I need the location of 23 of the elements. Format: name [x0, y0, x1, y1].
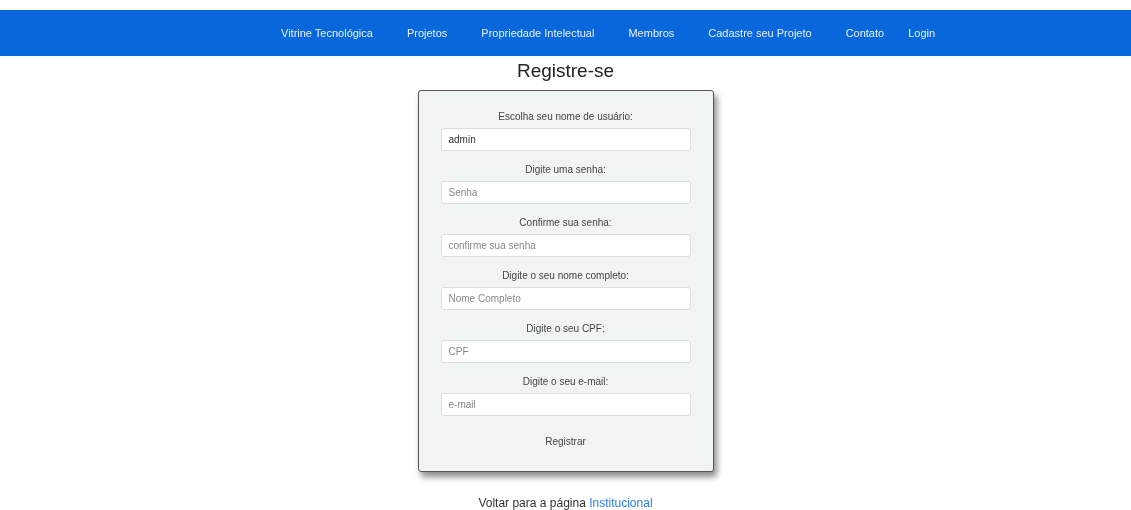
- field-label: Confirme sua senha:: [519, 217, 612, 228]
- input-field[interactable]: CPF: [440, 340, 691, 363]
- input-field[interactable]: Senha: [440, 181, 691, 204]
- field-label: Digite o seu e-mail:: [522, 376, 609, 387]
- field-label: Digite o seu nome completo:: [502, 270, 629, 281]
- institutional-link[interactable]: Institucional: [589, 496, 653, 510]
- input-field[interactable]: Nome Completo: [440, 287, 691, 310]
- nav-link[interactable]: Propriedade Intelectual: [481, 27, 595, 39]
- input-field[interactable]: admin: [440, 128, 691, 151]
- field-label: Digite uma senha:: [525, 164, 606, 175]
- field-label: Digite o seu CPF:: [526, 323, 605, 334]
- nav-link[interactable]: Vitrine Tecnológica: [281, 27, 373, 39]
- nav-link[interactable]: Contato: [845, 27, 885, 39]
- input-field[interactable]: e-mail: [440, 393, 691, 416]
- nav-link[interactable]: Login: [908, 27, 936, 39]
- nav-link[interactable]: Membros: [628, 27, 675, 39]
- input-field[interactable]: confirme sua senha: [440, 234, 691, 257]
- page-title: Registre-se: [515, 60, 616, 82]
- register-button[interactable]: Registrar: [541, 434, 590, 449]
- nav-link[interactable]: Cadastre seu Projeto: [708, 27, 812, 39]
- footer-text: Voltar para a página Institucional: [478, 496, 653, 510]
- nav-link[interactable]: Projetos: [406, 27, 448, 39]
- field-label: Escolha seu nome de usuário:: [498, 111, 633, 122]
